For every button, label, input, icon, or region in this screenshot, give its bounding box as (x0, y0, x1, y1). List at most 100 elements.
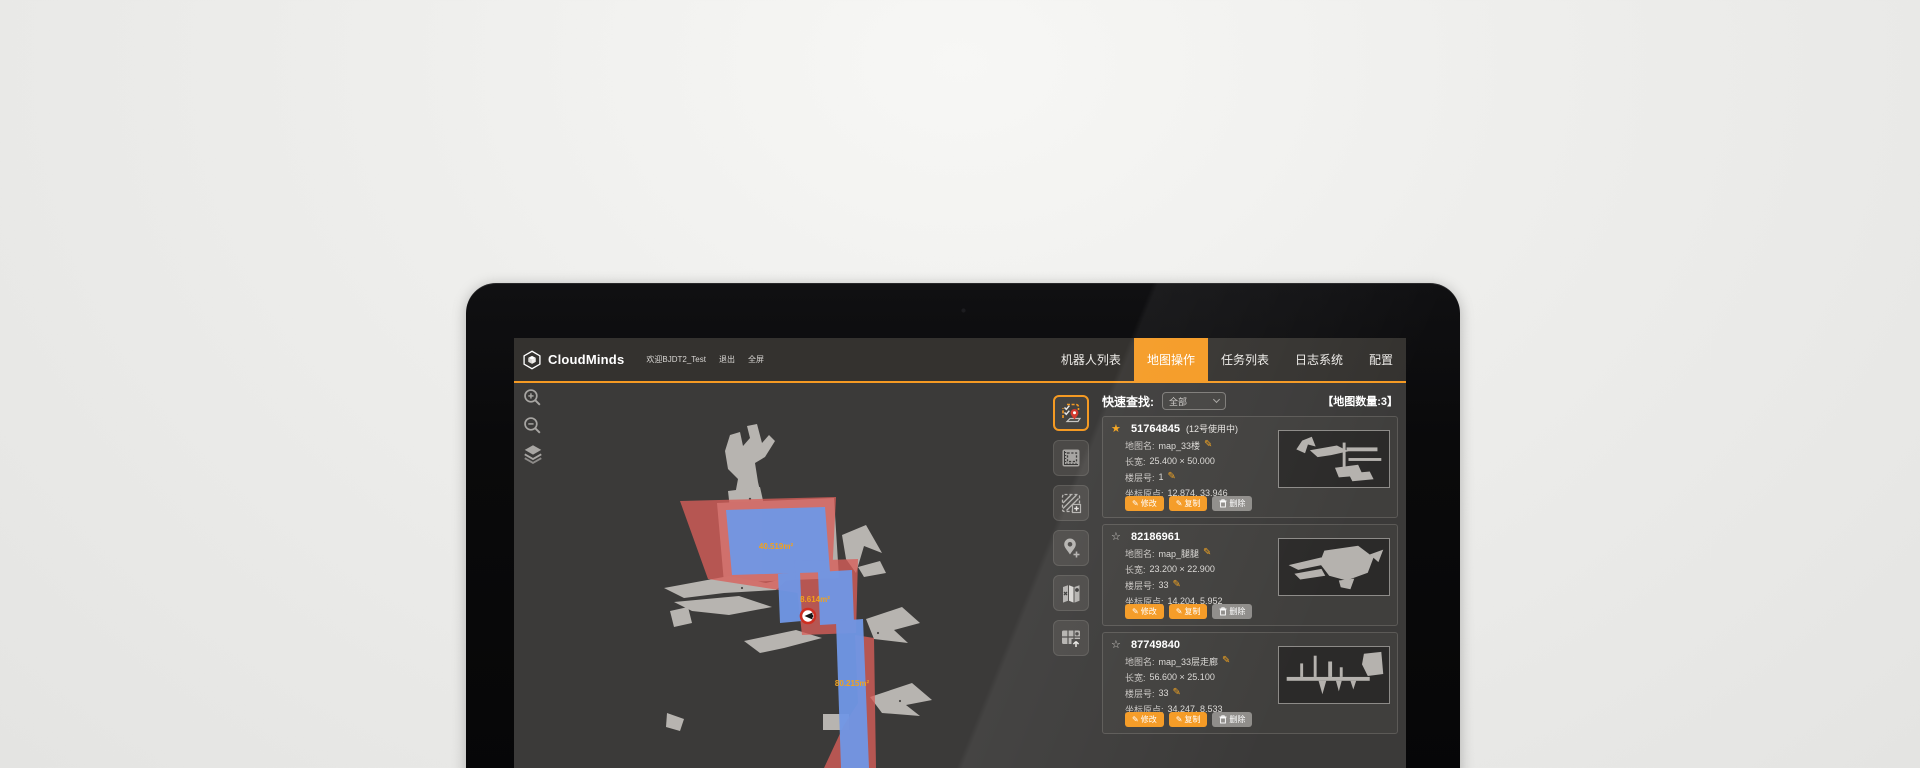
edit-pencil-icon[interactable]: ✎ (1204, 440, 1212, 450)
trash-icon (1219, 607, 1227, 616)
trash-icon (1219, 715, 1227, 724)
floor-value: 33 (1159, 688, 1169, 698)
map-card-list: ★ 51764845 (12号使用中) 地图名:map_33楼✎ 长宽:25.4… (1102, 416, 1398, 734)
pencil-icon: ✎ (1176, 499, 1183, 508)
edit-pencil-icon[interactable]: ✎ (1168, 472, 1176, 482)
map-upload-icon (1059, 626, 1083, 650)
edit-pencil-icon[interactable]: ✎ (1173, 688, 1181, 698)
main-content: 40.519m² 8.614m² 80.215m² (514, 383, 1406, 768)
nav-item-log-system[interactable]: 日志系统 (1282, 338, 1356, 381)
pencil-icon: ✎ (1176, 607, 1183, 616)
zoom-in-icon (522, 387, 543, 408)
map-name-value: map_腿腿 (1159, 547, 1200, 560)
trash-icon (1219, 499, 1227, 508)
tool-add-point-button[interactable] (1053, 530, 1089, 566)
dropdown-selected-value: 全部 (1169, 395, 1214, 408)
pencil-icon: ✎ (1132, 715, 1139, 724)
copy-map-button[interactable]: ✎复制 (1169, 712, 1208, 727)
map-size-value: 56.600 × 25.100 (1150, 672, 1215, 682)
field-label-size: 长宽: (1125, 455, 1146, 468)
pencil-icon: ✎ (1132, 499, 1139, 508)
tool-measure-button[interactable] (1053, 440, 1089, 476)
tool-virtual-wall-button[interactable] (1053, 485, 1089, 521)
nav-menu: 机器人列表 地图操作 任务列表 日志系统 配置 (1048, 338, 1406, 381)
folded-map-delete-icon (1059, 581, 1083, 605)
layers-icon (522, 443, 544, 465)
map-count-label: 【地图数量:3】 (1322, 393, 1398, 409)
nav-item-robot-list[interactable]: 机器人列表 (1048, 338, 1134, 381)
virtual-wall-add-icon (1059, 491, 1083, 515)
user-links: 欢迎BJDT2_Test 退出 全屏 (646, 338, 764, 381)
map-thumbnail (1278, 430, 1390, 488)
webcam-dot (961, 308, 966, 313)
chevron-down-icon (1213, 396, 1220, 403)
edit-pencil-icon[interactable]: ✎ (1173, 580, 1181, 590)
map-thumbnail (1278, 646, 1390, 704)
pencil-icon: ✎ (1176, 715, 1183, 724)
field-label-name: 地图名: (1125, 655, 1155, 668)
map-size-value: 23.200 × 22.900 (1150, 564, 1215, 574)
area-label-1: 40.519m² (759, 542, 794, 551)
favorite-star-icon[interactable]: ★ (1111, 422, 1125, 435)
top-navbar: CloudMinds 欢迎BJDT2_Test 退出 全屏 机器人列表 地图操作… (514, 338, 1406, 381)
tool-patrol-points-button[interactable] (1053, 395, 1089, 431)
map-zoom-tools (521, 386, 544, 465)
map-id: 82186961 (1131, 531, 1180, 543)
logout-link[interactable]: 退出 (719, 354, 735, 365)
nav-item-config[interactable]: 配置 (1356, 338, 1406, 381)
map-card: ☆ 82186961 地图名:map_腿腿✎ 长宽:23.200 × 22.90… (1102, 524, 1398, 626)
map-card: ★ 51764845 (12号使用中) 地图名:map_33楼✎ 长宽:25.4… (1102, 416, 1398, 518)
map-name-value: map_33楼 (1159, 439, 1201, 452)
map-name-value: map_33层走廊 (1159, 655, 1219, 668)
brand-name: CloudMinds (548, 352, 624, 367)
zoom-in-button[interactable] (521, 386, 544, 409)
nav-item-map-operation[interactable]: 地图操作 (1134, 338, 1208, 381)
floor-map-canvas[interactable]: 40.519m² 8.614m² 80.215m² (514, 383, 1050, 768)
brand: CloudMinds (514, 338, 624, 381)
map-edit-toolbar (1053, 395, 1089, 656)
favorite-star-icon[interactable]: ☆ (1111, 638, 1125, 651)
cloudminds-logo-icon (522, 350, 542, 370)
field-label-name: 地图名: (1125, 547, 1155, 560)
edit-pencil-icon[interactable]: ✎ (1203, 548, 1211, 558)
edit-map-button[interactable]: ✎修改 (1125, 712, 1164, 727)
zoom-out-button[interactable] (521, 414, 544, 437)
edit-map-button[interactable]: ✎修改 (1125, 604, 1164, 619)
delete-map-button[interactable]: 删除 (1212, 496, 1252, 511)
map-card: ☆ 87749840 地图名:map_33层走廊✎ 长宽:56.600 × 25… (1102, 632, 1398, 734)
field-label-floor: 楼层号: (1125, 471, 1155, 484)
map-id: 51764845 (1131, 423, 1180, 435)
field-label-floor: 楼层号: (1125, 687, 1155, 700)
map-thumbnail (1278, 538, 1390, 596)
tool-map-edit-button[interactable] (1053, 575, 1089, 611)
measure-ruler-icon (1059, 446, 1083, 470)
copy-map-button[interactable]: ✎复制 (1169, 496, 1208, 511)
field-label-name: 地图名: (1125, 439, 1155, 452)
map-status: (12号使用中) (1186, 422, 1238, 435)
tool-map-upload-button[interactable] (1053, 620, 1089, 656)
map-filter-dropdown[interactable]: 全部 (1162, 392, 1226, 410)
area-label-2: 8.614m² (800, 595, 830, 604)
nav-item-task-list[interactable]: 任务列表 (1208, 338, 1282, 381)
edit-pencil-icon[interactable]: ✎ (1222, 656, 1230, 666)
area-label-3: 80.215m² (835, 679, 870, 688)
welcome-text: 欢迎BJDT2_Test (646, 354, 706, 365)
field-label-floor: 楼层号: (1125, 579, 1155, 592)
fullscreen-link[interactable]: 全屏 (748, 354, 764, 365)
location-add-icon (1059, 536, 1083, 560)
pencil-icon: ✎ (1132, 607, 1139, 616)
layers-button[interactable] (521, 442, 544, 465)
floor-value: 1 (1159, 472, 1164, 482)
floor-value: 33 (1159, 580, 1169, 590)
app-screen: CloudMinds 欢迎BJDT2_Test 退出 全屏 机器人列表 地图操作… (514, 338, 1406, 768)
favorite-star-icon[interactable]: ☆ (1111, 530, 1125, 543)
laptop-frame: CloudMinds 欢迎BJDT2_Test 退出 全屏 机器人列表 地图操作… (466, 283, 1460, 768)
edit-map-button[interactable]: ✎修改 (1125, 496, 1164, 511)
field-label-size: 长宽: (1125, 563, 1146, 576)
delete-map-button[interactable]: 删除 (1212, 712, 1252, 727)
copy-map-button[interactable]: ✎复制 (1169, 604, 1208, 619)
delete-map-button[interactable]: 删除 (1212, 604, 1252, 619)
quick-find-label: 快速查找: (1102, 393, 1154, 410)
robot-position-marker[interactable] (801, 609, 815, 623)
field-label-size: 长宽: (1125, 671, 1146, 684)
